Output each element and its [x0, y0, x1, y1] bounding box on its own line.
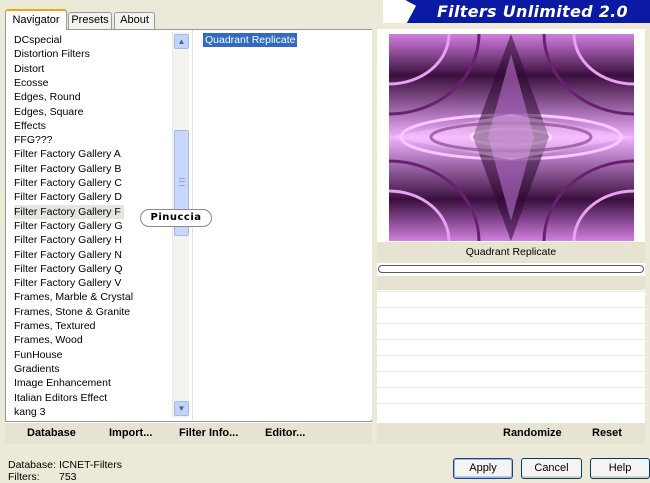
category-item[interactable]: Filter Factory Gallery C	[14, 176, 125, 190]
progress-bar	[378, 265, 644, 273]
category-item[interactable]: Edges, Round	[14, 90, 84, 104]
tab-about[interactable]: About	[114, 12, 155, 29]
parameter-slot	[377, 291, 645, 306]
parameter-slot	[377, 355, 645, 370]
import-button[interactable]: Import...	[109, 427, 152, 439]
category-item[interactable]: FunHouse	[14, 348, 65, 362]
category-item[interactable]: Filter Factory Gallery B	[14, 162, 124, 176]
preview-toolbar: Randomize Reset	[377, 422, 645, 444]
category-item[interactable]: Filter Factory Gallery A	[14, 147, 124, 161]
category-item[interactable]: Filter Factory Gallery N	[14, 248, 125, 262]
parameter-slot	[377, 339, 645, 354]
database-status-value: ICNET-Filters	[59, 459, 122, 471]
control-area	[377, 276, 645, 290]
category-item[interactable]: Filter Factory Gallery H	[14, 233, 125, 247]
grip-icon	[179, 178, 185, 186]
category-item[interactable]: Effects	[14, 119, 49, 133]
tab-navigator[interactable]: Navigator	[5, 9, 67, 30]
category-item[interactable]: Image Enhancement	[14, 376, 114, 390]
parameter-slot	[377, 323, 645, 338]
category-item[interactable]: Ecosse	[14, 76, 51, 90]
preview-filter-name: Quadrant Replicate	[377, 242, 645, 263]
filter-info-button[interactable]: Filter Info...	[179, 427, 238, 439]
category-item[interactable]: Filter Factory Gallery V	[14, 276, 124, 290]
category-item[interactable]: Gradients	[14, 362, 63, 376]
preview-pattern	[389, 34, 634, 241]
category-item[interactable]: Distortion Filters	[14, 47, 93, 61]
cancel-button[interactable]: Cancel	[521, 458, 582, 479]
parameter-slot	[377, 307, 645, 322]
category-item[interactable]: Filter Factory Gallery D	[14, 190, 125, 204]
filter-item-quadrant-replicate[interactable]: Quadrant Replicate	[203, 33, 298, 47]
product-banner: Filters Unlimited 2.0	[383, 0, 650, 23]
database-button[interactable]: Database	[27, 427, 76, 439]
editor-button[interactable]: Editor...	[265, 427, 305, 439]
category-item[interactable]: DCspecial	[14, 33, 65, 47]
scroll-up-button[interactable]: ▲	[174, 34, 189, 49]
filter-preview-image	[389, 34, 634, 241]
scroll-down-button[interactable]: ▼	[174, 401, 189, 416]
category-item[interactable]: FFG???	[14, 133, 56, 147]
banner-title: Filters Unlimited 2.0	[436, 2, 628, 21]
database-status-label: Database:	[8, 459, 56, 471]
parameter-slot	[377, 371, 645, 386]
apply-button[interactable]: Apply	[453, 458, 513, 479]
tab-presets[interactable]: Presets	[68, 12, 112, 29]
reset-button[interactable]: Reset	[592, 427, 622, 439]
parameter-slot	[377, 387, 645, 402]
category-item[interactable]: Frames, Wood	[14, 333, 86, 347]
category-item[interactable]: Filter Factory Gallery G	[14, 219, 126, 233]
category-item[interactable]: Frames, Textured	[14, 319, 99, 333]
filter-list[interactable]: Quadrant Replicate	[192, 30, 372, 420]
filters-status-label: Filters:	[8, 471, 40, 483]
category-item[interactable]: kang 3	[14, 405, 49, 419]
parameter-slot	[377, 403, 645, 421]
filters-status-value: 753	[59, 471, 77, 483]
navigator-toolbar: Database Import... Filter Info... Editor…	[5, 422, 372, 444]
category-item[interactable]: Edges, Square	[14, 105, 86, 119]
category-item[interactable]: Frames, Stone & Granite	[14, 305, 133, 319]
category-item[interactable]: Distort	[14, 62, 47, 76]
randomize-button[interactable]: Randomize	[503, 427, 562, 439]
help-button[interactable]: Help	[590, 458, 650, 479]
category-item[interactable]: Filter Factory Gallery F	[14, 204, 124, 219]
watermark-signature: Pinuccia	[140, 209, 212, 227]
category-item[interactable]: Filter Factory Gallery Q	[14, 262, 126, 276]
category-item[interactable]: Frames, Marble & Crystal	[14, 290, 136, 304]
category-item[interactable]: Italian Editors Effect	[14, 391, 110, 405]
